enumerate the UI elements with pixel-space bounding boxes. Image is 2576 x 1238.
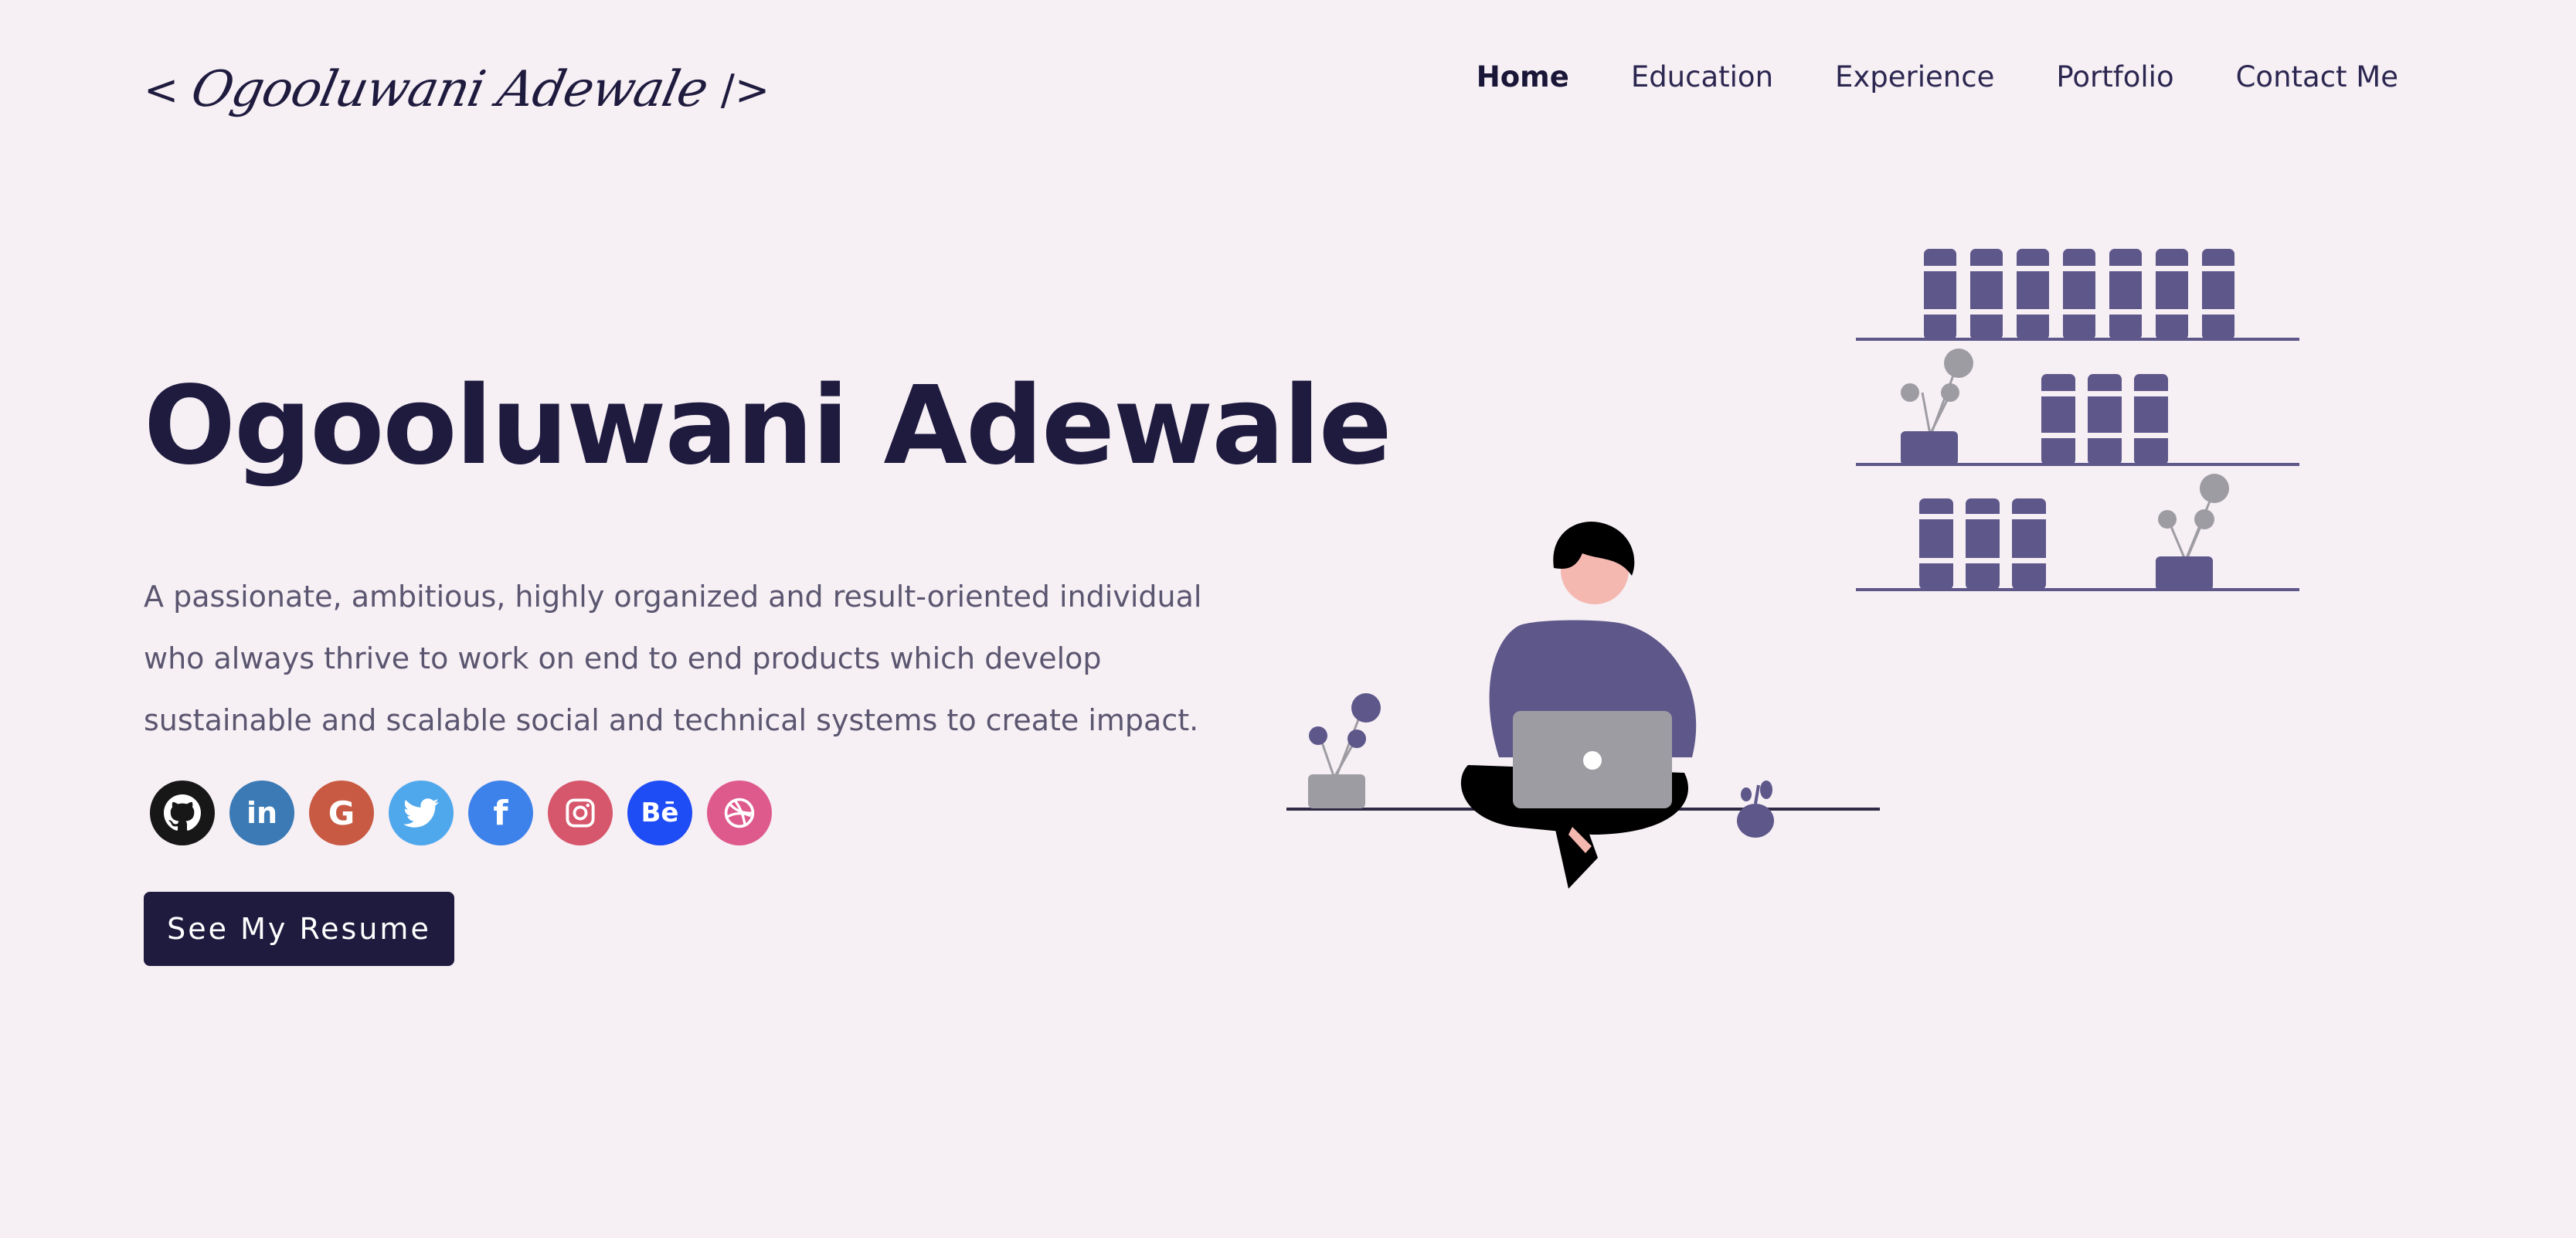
twitter-icon bbox=[403, 798, 439, 828]
instagram-link[interactable] bbox=[548, 781, 613, 845]
nav-portfolio[interactable]: Portfolio bbox=[2056, 60, 2173, 94]
main-nav: Home Education Experience Portfolio Cont… bbox=[1477, 60, 2398, 94]
bookshelf-illustration bbox=[1856, 249, 2299, 591]
facebook-icon: f bbox=[493, 793, 508, 833]
logo-signature: Ogooluwani Adewale bbox=[186, 61, 713, 118]
hero-description: A passionate, ambitious, highly organize… bbox=[144, 580, 1202, 737]
behance-icon: Bē bbox=[641, 798, 679, 828]
developer-illustration bbox=[1286, 249, 2299, 889]
apple-illustration bbox=[1737, 781, 1774, 838]
google-icon: G bbox=[328, 794, 355, 832]
twitter-link[interactable] bbox=[389, 781, 454, 845]
logo-left-bracket: < bbox=[144, 65, 179, 114]
facebook-link[interactable]: f bbox=[468, 781, 533, 845]
nav-home[interactable]: Home bbox=[1477, 60, 1569, 94]
github-link[interactable] bbox=[150, 781, 215, 845]
behance-link[interactable]: Bē bbox=[627, 781, 692, 845]
linkedin-link[interactable]: in bbox=[229, 781, 294, 845]
logo-right-bracket: /> bbox=[720, 65, 770, 114]
nav-contact-me[interactable]: Contact Me bbox=[2236, 60, 2398, 94]
logo[interactable]: < Ogooluwani Adewale /> bbox=[144, 43, 770, 136]
social-links: in G f Bē bbox=[150, 781, 772, 845]
dribbble-link[interactable] bbox=[707, 781, 772, 845]
person-illustration bbox=[1460, 521, 1697, 889]
plant-illustration bbox=[1308, 693, 1381, 808]
nav-education[interactable]: Education bbox=[1631, 60, 1773, 94]
hero-title: Ogooluwani Adewale bbox=[144, 363, 1392, 489]
linkedin-icon: in bbox=[246, 796, 278, 830]
dribbble-icon bbox=[724, 798, 755, 828]
instagram-icon bbox=[566, 798, 595, 828]
page: < Ogooluwani Adewale /> Home Education E… bbox=[0, 0, 2576, 1238]
nav-experience[interactable]: Experience bbox=[1835, 60, 1994, 94]
see-my-resume-button[interactable]: See My Resume bbox=[144, 892, 454, 966]
github-icon bbox=[164, 794, 201, 831]
google-link[interactable]: G bbox=[309, 781, 374, 845]
